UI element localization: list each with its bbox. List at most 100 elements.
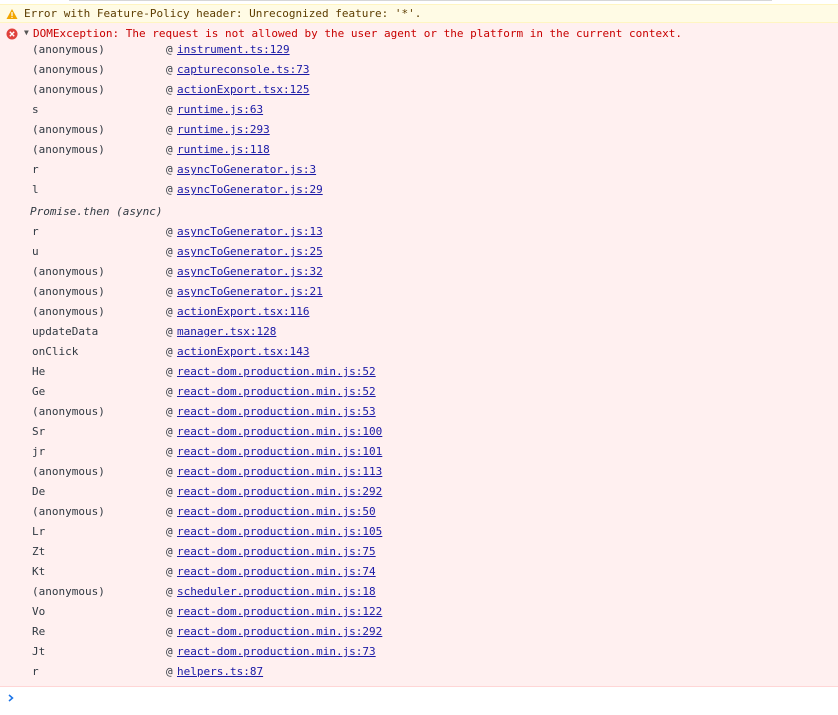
frame-function-name: jr [32, 445, 46, 458]
frame-at-symbol: @ [166, 63, 173, 76]
stack-frame: updateData @ manager.tsx:128 [0, 324, 838, 340]
stack-frame: r @ helpers.ts:87 [0, 664, 838, 680]
frame-source-link[interactable]: actionExport.tsx:116 [177, 304, 309, 320]
frame-source-link[interactable]: asyncToGenerator.js:3 [177, 162, 316, 178]
frame-source-link[interactable]: react-dom.production.min.js:113 [177, 464, 382, 480]
frame-source-link[interactable]: react-dom.production.min.js:122 [177, 604, 382, 620]
frame-source-link[interactable]: react-dom.production.min.js:50 [177, 504, 376, 520]
frame-source-link[interactable]: react-dom.production.min.js:101 [177, 444, 382, 460]
frame-function-name: onClick [32, 345, 79, 358]
frame-function-name: r [32, 163, 39, 176]
frame-function-name: Vo [32, 605, 46, 618]
stack-frame: jr @ react-dom.production.min.js:101 [0, 444, 838, 460]
expand-triangle-icon[interactable]: ▼ [24, 26, 29, 40]
frame-at-symbol: @ [166, 385, 173, 398]
frame-source-link[interactable]: react-dom.production.min.js:105 [177, 524, 382, 540]
stack-frame: He @ react-dom.production.min.js:52 [0, 364, 838, 380]
frame-at-symbol: @ [166, 465, 173, 478]
frame-at-symbol: @ [166, 365, 173, 378]
frame-source-link[interactable]: runtime.js:63 [177, 102, 263, 118]
frame-source-link[interactable]: react-dom.production.min.js:52 [177, 384, 376, 400]
frame-source-link[interactable]: actionExport.tsx:125 [177, 82, 309, 98]
stack-frame: (anonymous) @ captureconsole.ts:73 [0, 62, 838, 78]
frame-source-link[interactable]: react-dom.production.min.js:73 [177, 644, 376, 660]
stack-frame: Ge @ react-dom.production.min.js:52 [0, 384, 838, 400]
frame-at-symbol: @ [166, 285, 173, 298]
frame-function-name: Zt [32, 545, 46, 558]
frame-source-link[interactable]: asyncToGenerator.js:25 [177, 244, 323, 260]
frame-source-link[interactable]: helpers.ts:87 [177, 664, 263, 680]
frame-function-name: (anonymous) [32, 505, 105, 518]
frame-at-symbol: @ [166, 163, 173, 176]
frame-source-link[interactable]: react-dom.production.min.js:52 [177, 364, 376, 380]
frame-function-name: (anonymous) [32, 285, 105, 298]
stack-frame: (anonymous) @ instrument.ts:129 [0, 42, 838, 58]
frame-at-symbol: @ [166, 565, 173, 578]
top-divider [0, 0, 838, 3]
frame-function-name: (anonymous) [32, 465, 105, 478]
frame-at-symbol: @ [166, 405, 173, 418]
frame-source-link[interactable]: scheduler.production.min.js:18 [177, 584, 376, 600]
frame-at-symbol: @ [166, 605, 173, 618]
console-input[interactable] [24, 691, 828, 709]
stack-frame: (anonymous) @ asyncToGenerator.js:21 [0, 284, 838, 300]
frame-at-symbol: @ [166, 123, 173, 136]
frame-at-symbol: @ [166, 83, 173, 96]
frame-source-link[interactable]: react-dom.production.min.js:292 [177, 624, 382, 640]
stack-frame: (anonymous) @ scheduler.production.min.js:… [0, 584, 838, 600]
stack-frame: r @ asyncToGenerator.js:3 [0, 162, 838, 178]
warning-text: Error with Feature-Policy header: Unreco… [24, 7, 422, 20]
stack-frame: Sr @ react-dom.production.min.js:100 [0, 424, 838, 440]
frame-function-name: Kt [32, 565, 46, 578]
frame-function-name: (anonymous) [32, 63, 105, 76]
stack-frame: s @ runtime.js:63 [0, 102, 838, 118]
frame-source-link[interactable]: captureconsole.ts:73 [177, 62, 309, 78]
frame-at-symbol: @ [166, 225, 173, 238]
stack-frame: Lr @ react-dom.production.min.js:105 [0, 524, 838, 540]
frame-source-link[interactable]: react-dom.production.min.js:75 [177, 544, 376, 560]
stack-frame: (anonymous) @ asyncToGenerator.js:32 [0, 264, 838, 280]
frame-at-symbol: @ [166, 345, 173, 358]
error-message-text: DOMException: The request is not allowed… [33, 27, 683, 40]
stack-frame: Kt @ react-dom.production.min.js:74 [0, 564, 838, 580]
frame-source-link[interactable]: react-dom.production.min.js:53 [177, 404, 376, 420]
frame-at-symbol: @ [166, 645, 173, 658]
stack-frame: Zt @ react-dom.production.min.js:75 [0, 544, 838, 560]
stack-frame: (anonymous) @ react-dom.production.min.js:… [0, 464, 838, 480]
frame-at-symbol: @ [166, 665, 173, 678]
error-header[interactable]: ▼ DOMException: The request is not allow… [0, 25, 838, 43]
frame-source-link[interactable]: manager.tsx:128 [177, 324, 276, 340]
frame-function-name: (anonymous) [32, 265, 105, 278]
stack-frame: Re @ react-dom.production.min.js:292 [0, 624, 838, 640]
frame-source-link[interactable]: asyncToGenerator.js:13 [177, 224, 323, 240]
frame-at-symbol: @ [166, 245, 173, 258]
frame-function-name: Lr [32, 525, 46, 538]
frame-source-link[interactable]: asyncToGenerator.js:32 [177, 264, 323, 280]
frame-at-symbol: @ [166, 625, 173, 638]
console-prompt[interactable] [0, 688, 838, 715]
frame-at-symbol: @ [166, 103, 173, 116]
console-warning-message[interactable]: Error with Feature-Policy header: Unreco… [0, 4, 838, 23]
frame-source-link[interactable]: react-dom.production.min.js:74 [177, 564, 376, 580]
frame-source-link[interactable]: react-dom.production.min.js:100 [177, 424, 382, 440]
stack-frame: (anonymous) @ runtime.js:293 [0, 122, 838, 138]
frame-at-symbol: @ [166, 485, 173, 498]
frame-at-symbol: @ [166, 305, 173, 318]
frame-function-name: r [32, 665, 39, 678]
stack-frame: (anonymous) @ actionExport.tsx:116 [0, 304, 838, 320]
frame-function-name: He [32, 365, 46, 378]
frame-source-link[interactable]: runtime.js:118 [177, 142, 270, 158]
frame-at-symbol: @ [166, 325, 173, 338]
frame-at-symbol: @ [166, 265, 173, 278]
frame-source-link[interactable]: actionExport.tsx:143 [177, 344, 309, 360]
frame-at-symbol: @ [166, 43, 173, 56]
frame-at-symbol: @ [166, 183, 173, 196]
error-circle-icon [6, 28, 18, 40]
frame-source-link[interactable]: runtime.js:293 [177, 122, 270, 138]
frame-source-link[interactable]: instrument.ts:129 [177, 42, 290, 58]
frame-at-symbol: @ [166, 505, 173, 518]
frame-source-link[interactable]: asyncToGenerator.js:29 [177, 182, 323, 198]
frame-source-link[interactable]: asyncToGenerator.js:21 [177, 284, 323, 300]
frame-source-link[interactable]: react-dom.production.min.js:292 [177, 484, 382, 500]
frame-at-symbol: @ [166, 525, 173, 538]
